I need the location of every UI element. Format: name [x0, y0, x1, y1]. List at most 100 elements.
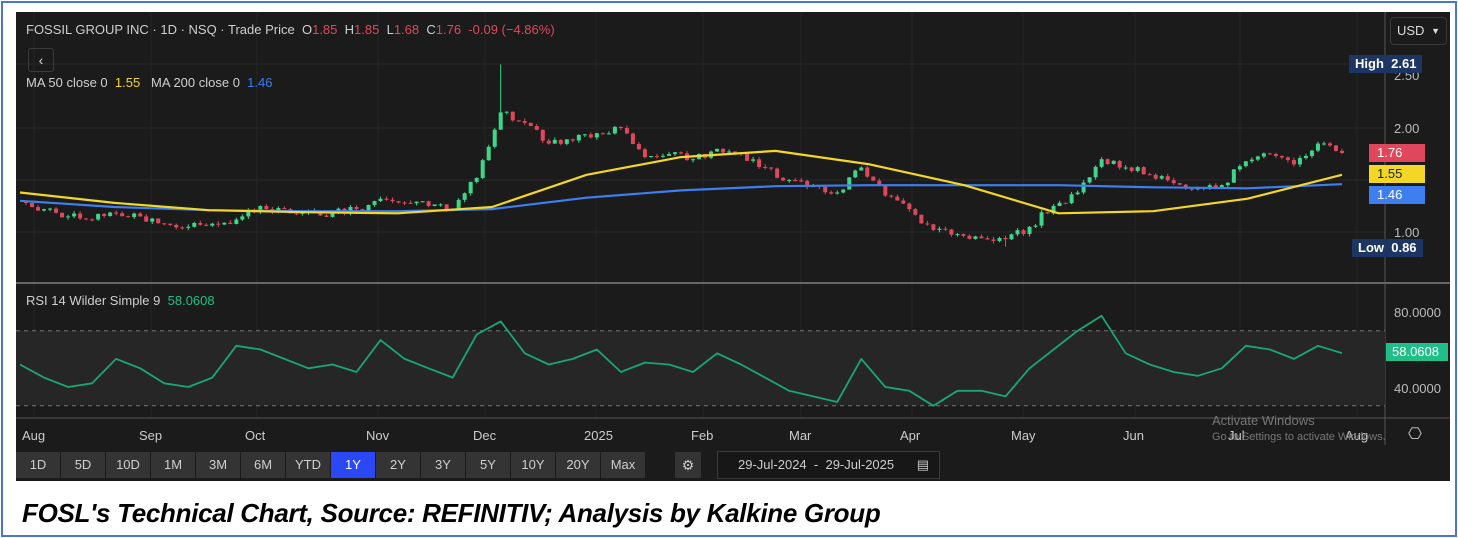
- currency-value: USD: [1397, 23, 1425, 38]
- candle-body: [108, 212, 113, 217]
- candle-body: [1225, 182, 1230, 186]
- candle-body: [985, 238, 990, 240]
- range-button-1y[interactable]: 1Y: [331, 452, 375, 478]
- candle-body: [823, 186, 828, 193]
- calendar-icon: ▤: [916, 457, 929, 472]
- candle-body: [510, 111, 515, 121]
- date-to: 29-Jul-2025: [825, 457, 895, 472]
- candle-body: [715, 148, 720, 152]
- candle-body: [546, 140, 551, 144]
- range-button-20y[interactable]: 20Y: [556, 452, 600, 478]
- candle-body: [582, 134, 587, 136]
- range-button-ytd[interactable]: YTD: [286, 452, 330, 478]
- candle-body: [204, 224, 209, 226]
- candle-body: [42, 209, 47, 211]
- time-tick: Aug: [22, 428, 46, 443]
- candle-body: [432, 204, 437, 206]
- candle-body: [672, 152, 677, 154]
- range-button-1d[interactable]: 1D: [16, 452, 60, 478]
- candle-body: [534, 125, 539, 130]
- low-value: 1.68: [393, 22, 420, 37]
- settings-hex-icon[interactable]: ⎔: [1408, 424, 1422, 444]
- candle-body: [859, 167, 864, 171]
- candle-body: [120, 213, 125, 217]
- candle-body: [324, 215, 329, 217]
- candle-body: [648, 156, 653, 158]
- candle-body: [372, 201, 377, 205]
- close-value: 1.76: [435, 22, 462, 37]
- candle-body: [1105, 159, 1110, 164]
- range-button-10d[interactable]: 10D: [106, 452, 150, 478]
- range-button-max[interactable]: Max: [601, 452, 645, 478]
- candle-body: [282, 208, 287, 210]
- range-button-6m[interactable]: 6M: [241, 452, 285, 478]
- rsi-legend: RSI 14 Wilder Simple 9 58.0608: [26, 293, 215, 308]
- candle-body: [1099, 159, 1104, 167]
- candle-body: [775, 168, 780, 178]
- gear-icon[interactable]: ⚙: [675, 452, 701, 478]
- candle-body: [1315, 143, 1320, 151]
- candle-body: [865, 167, 870, 177]
- candle-body: [799, 180, 804, 182]
- candle-body: [1340, 150, 1344, 153]
- collapse-legend-button[interactable]: ‹: [28, 48, 54, 72]
- candle-body: [96, 213, 101, 220]
- high-badge-value: 2.61: [1391, 56, 1417, 71]
- candle-body: [294, 213, 299, 215]
- candle-body: [498, 112, 503, 130]
- candle-body: [1057, 202, 1062, 206]
- candle-body: [144, 216, 149, 222]
- candle-body: [1291, 159, 1296, 165]
- candle-body: [949, 229, 954, 235]
- candle-body: [1279, 155, 1284, 158]
- range-button-10y[interactable]: 10Y: [511, 452, 555, 478]
- candle-body: [1129, 167, 1134, 171]
- candle-body: [528, 122, 533, 126]
- candle-body: [78, 213, 83, 219]
- currency-select[interactable]: USD ▼: [1390, 17, 1447, 45]
- candle-body: [925, 223, 930, 225]
- candle-body: [660, 155, 665, 157]
- candle-body: [132, 213, 137, 218]
- high-label: H: [344, 22, 355, 37]
- candle-body: [48, 208, 53, 210]
- candle-body: [438, 204, 443, 206]
- candle-body: [570, 139, 575, 141]
- candle-body: [973, 236, 978, 239]
- ma200-tag: 1.46: [1369, 186, 1425, 204]
- candle-body: [943, 228, 948, 230]
- candle-body: [1081, 182, 1086, 193]
- range-button-5d[interactable]: 5D: [61, 452, 105, 478]
- low-badge-value: 0.86: [1391, 240, 1417, 255]
- range-button-2y[interactable]: 2Y: [376, 452, 420, 478]
- candle-body: [330, 213, 335, 217]
- candle-body: [522, 121, 527, 123]
- time-tick: 2025: [584, 428, 613, 443]
- candle-body: [162, 223, 167, 225]
- range-button-3m[interactable]: 3M: [196, 452, 240, 478]
- range-button-3y[interactable]: 3Y: [421, 452, 465, 478]
- candle-body: [1321, 143, 1326, 145]
- candle-body: [396, 201, 401, 203]
- candle-body: [841, 189, 846, 193]
- chevron-left-icon: ‹: [38, 52, 44, 68]
- candle-body: [414, 201, 419, 204]
- candle-body: [979, 236, 984, 239]
- candle-body: [751, 159, 756, 161]
- candle-body: [847, 177, 852, 190]
- candle-body: [955, 234, 960, 236]
- candle-body: [354, 206, 359, 210]
- range-button-1m[interactable]: 1M: [151, 452, 195, 478]
- date-range-picker[interactable]: 29-Jul-2024 - 29-Jul-2025 ▤: [717, 451, 940, 479]
- candle-body: [835, 192, 840, 194]
- candle-body: [1273, 154, 1278, 156]
- low-badge-label: Low: [1358, 240, 1384, 255]
- candle-body: [1069, 194, 1074, 204]
- candle-body: [871, 176, 876, 181]
- time-tick: Oct: [245, 428, 266, 443]
- candle-body: [558, 139, 563, 144]
- close-label: C: [426, 22, 436, 37]
- low-label: L: [386, 22, 394, 37]
- range-button-5y[interactable]: 5Y: [466, 452, 510, 478]
- candle-body: [1333, 145, 1338, 151]
